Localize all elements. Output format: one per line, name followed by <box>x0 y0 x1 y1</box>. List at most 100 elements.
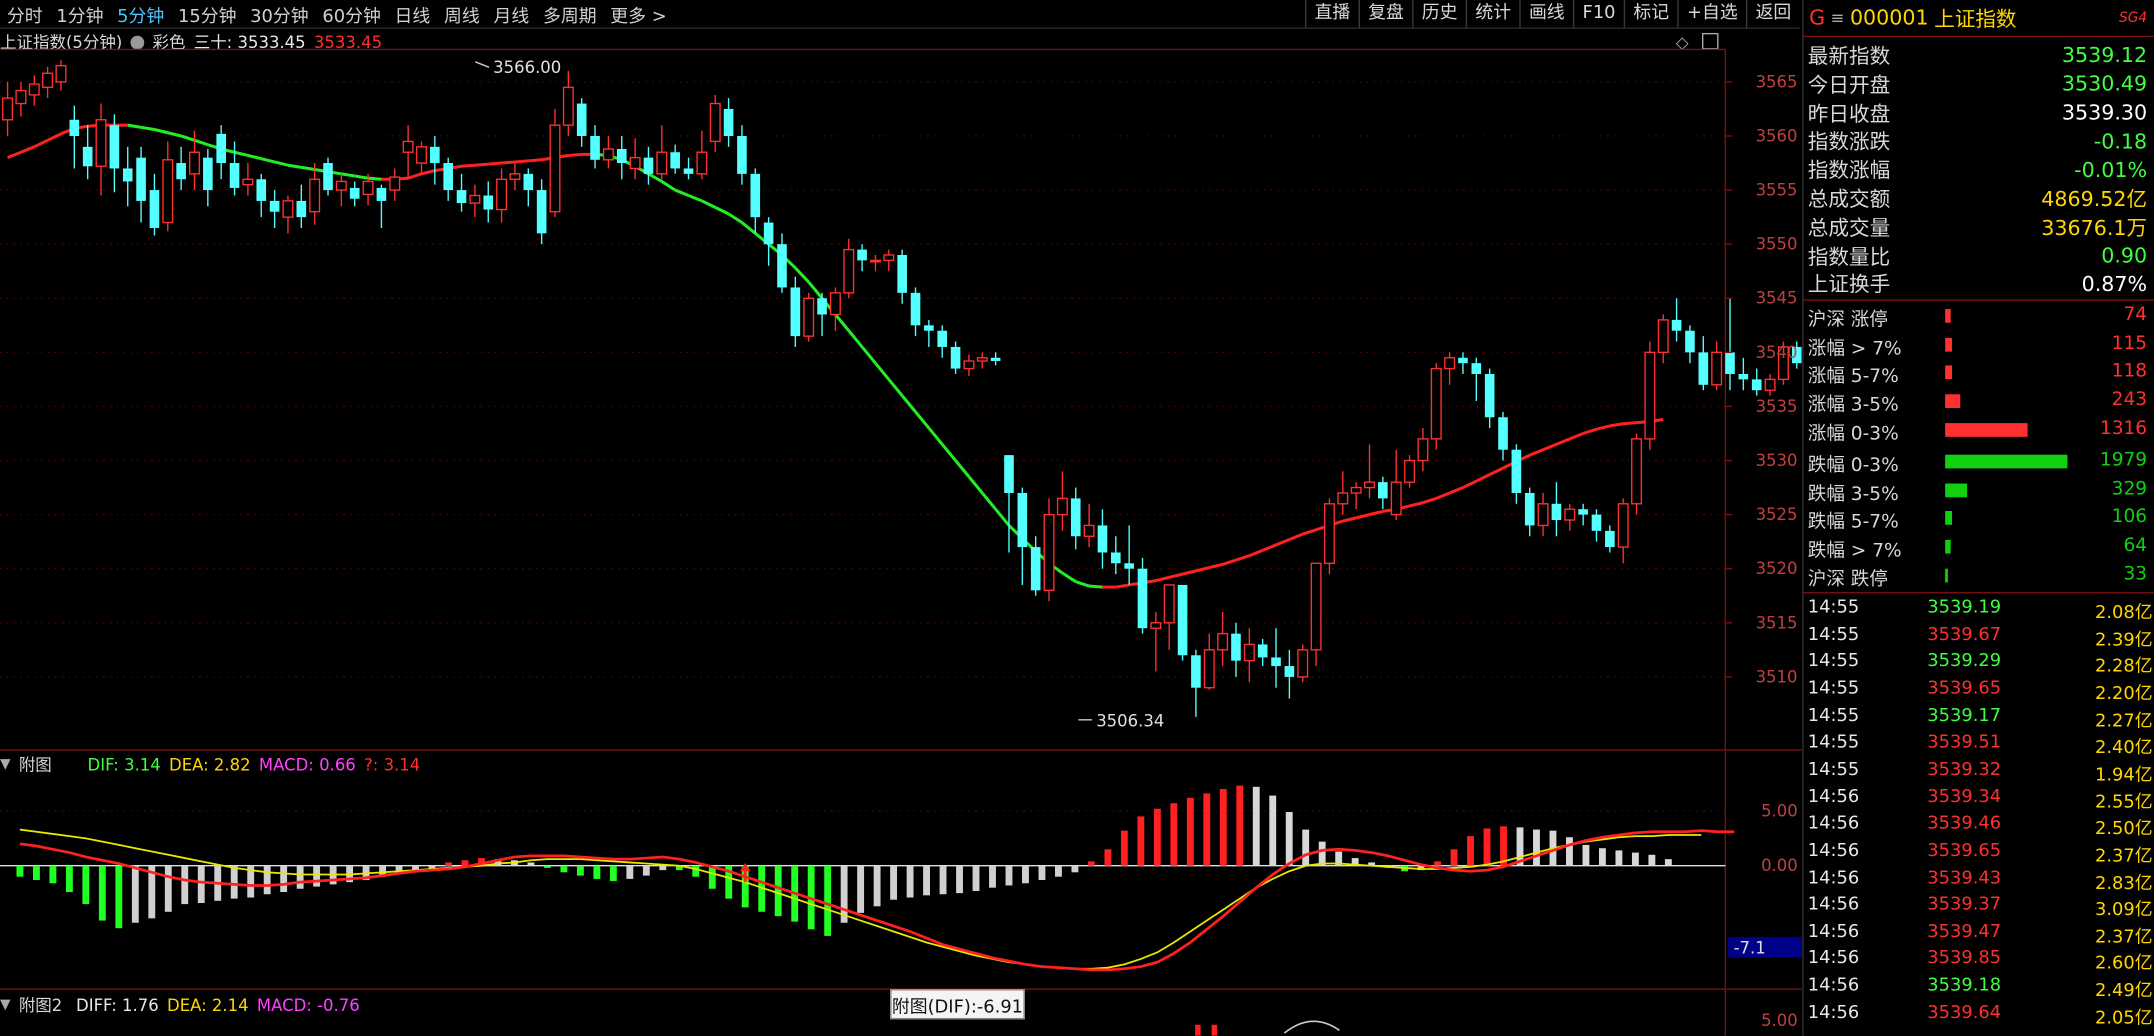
ma-segment <box>1475 473 1491 483</box>
candle-body <box>269 200 280 212</box>
ma-segment <box>301 165 315 172</box>
macd1-name[interactable]: 附图 <box>19 753 52 776</box>
candle-body <box>857 249 867 261</box>
candle <box>1056 471 1068 531</box>
tick-row: 14:55 3539.29 2.28亿 <box>1804 649 2154 678</box>
breadth-row: 跌幅 5-7% 106 <box>1804 503 2150 533</box>
candle-body <box>1764 378 1776 391</box>
candle <box>1043 498 1055 602</box>
macd-histogram-bar <box>1055 865 1062 877</box>
candle-body <box>1004 455 1014 493</box>
macd-histogram-bar <box>1318 841 1326 866</box>
tick-price: 3539.65 <box>1927 840 2002 862</box>
ma-segment <box>20 145 35 154</box>
collapse-icon[interactable]: ▼ <box>0 757 11 772</box>
macd-histogram-bar <box>49 865 57 884</box>
candle-body <box>1323 503 1335 564</box>
macd2-name[interactable]: 附图2 <box>19 993 62 1016</box>
chart-area[interactable]: 5.00 0.00 -7.1 5.00 3565 3560 3555 3550 3545 354… <box>0 0 1803 1036</box>
breadth-value: 106 <box>2111 506 2148 529</box>
candle-body <box>1725 352 1735 374</box>
menu-icon[interactable]: ≡ <box>1831 8 1845 27</box>
macd2-dea: DEA: 2.14 <box>167 995 249 1015</box>
breadth-bar <box>1945 539 1951 554</box>
candle <box>1323 498 1335 575</box>
tick-volume: 2.60亿 <box>2094 953 2153 975</box>
tick-volume: 2.50亿 <box>2094 818 2153 840</box>
stat-value: 0.87% <box>2081 271 2148 297</box>
candle <box>1404 455 1416 488</box>
candle-body <box>216 133 227 164</box>
tick-volume: 2.40亿 <box>2094 738 2153 759</box>
ma-segment <box>1248 548 1264 558</box>
ma-segment <box>501 160 516 165</box>
collapse-icon[interactable]: ▼ <box>0 997 11 1012</box>
ma-segment <box>1342 516 1357 523</box>
candle <box>1378 476 1388 510</box>
tick-time: 14:55 <box>1807 705 1860 727</box>
candle-body <box>1524 492 1535 526</box>
ma-segment <box>1088 584 1103 589</box>
quote-title: G ≡ 000001 上证指数 SG4 <box>1803 0 2154 38</box>
breadth-value: 74 <box>2123 303 2148 326</box>
ma-segment <box>514 159 529 164</box>
macd-histogram-bar <box>65 865 73 893</box>
candle <box>1070 487 1081 550</box>
candle <box>1030 536 1041 596</box>
ma-segment <box>1182 569 1197 576</box>
stat-value: 3530.49 <box>2061 71 2148 97</box>
candle <box>109 114 120 193</box>
candle <box>1137 557 1148 634</box>
candle-body <box>1231 633 1241 661</box>
candle-body <box>203 157 213 191</box>
candle <box>803 292 815 342</box>
macd-histogram-bar <box>461 860 469 866</box>
candle-body <box>602 148 614 161</box>
tick-price: 3539.85 <box>1927 948 2002 970</box>
stat-row: 最新指数 3539.12 <box>1804 41 2150 70</box>
tick-row: 14:56 3539.34 2.55亿 <box>1804 784 2154 813</box>
candle-body <box>576 103 587 136</box>
candle <box>1657 314 1669 364</box>
high-pointer <box>475 61 490 68</box>
candle-body <box>1430 367 1442 440</box>
candle-body <box>1444 357 1456 370</box>
candle-body <box>1337 492 1349 505</box>
candle-body <box>1124 563 1134 569</box>
candle <box>1524 487 1535 537</box>
candle-body <box>376 187 387 201</box>
tick-row: 14:56 3539.64 2.05亿 <box>1804 1000 2154 1028</box>
ma-segment <box>354 174 369 180</box>
macd-histogram-bar <box>939 865 947 895</box>
macd-histogram-bar <box>164 865 172 912</box>
ma-segment <box>568 152 582 157</box>
candle <box>1617 498 1629 564</box>
macd1-axis-marker: -7.1 <box>1734 938 1766 957</box>
macd-histogram-bar <box>1186 797 1194 866</box>
macd-histogram-bar <box>131 865 139 923</box>
breadth-label: 跌幅 3-5% <box>1807 483 1899 506</box>
macd-histogram-bar <box>1467 836 1474 866</box>
stat-label: 总成交额 <box>1807 186 1891 212</box>
ma-segment <box>421 169 436 176</box>
macd-histogram-bar <box>956 865 963 894</box>
tick-volume: 2.55亿 <box>2094 792 2153 813</box>
candle-body <box>362 180 374 196</box>
ma-segment <box>674 188 690 197</box>
tick-row: 14:55 3539.32 1.94亿 <box>1804 757 2154 786</box>
stat-label: 总成交量 <box>1807 215 1891 240</box>
macd-histogram-bar <box>115 865 123 929</box>
candle-body <box>1378 482 1388 499</box>
candle-body <box>937 330 948 347</box>
candle-body <box>549 124 561 213</box>
candle-body <box>1698 352 1709 385</box>
candle-body <box>1243 643 1255 662</box>
ma-segment <box>874 362 890 381</box>
tick-price: 3539.18 <box>1927 975 2002 997</box>
ma-segment <box>900 394 917 413</box>
candle <box>1498 411 1508 461</box>
stat-label: 今日开盘 <box>1807 72 1891 98</box>
candle <box>1471 357 1482 402</box>
breadth-value: 329 <box>2111 477 2148 500</box>
candle-body <box>1511 449 1522 493</box>
